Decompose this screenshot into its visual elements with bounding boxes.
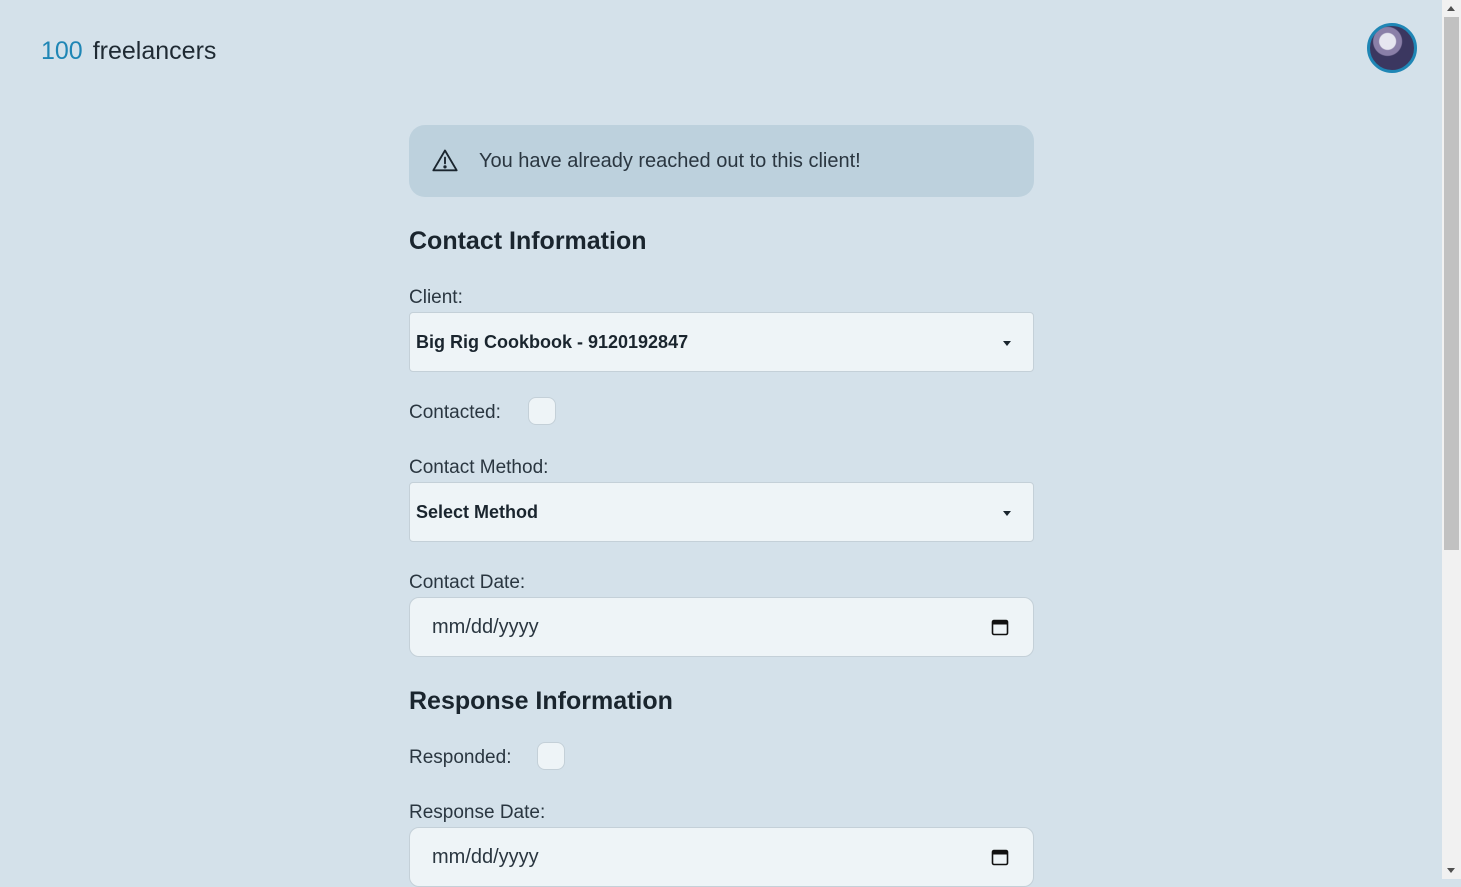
contact-date-placeholder: mm/dd/yyyy — [432, 615, 539, 638]
scrollbar-thumb[interactable] — [1444, 17, 1459, 550]
client-select-value: Big Rig Cookbook - 9120192847 — [416, 331, 689, 352]
logo-number: 100 — [41, 37, 83, 65]
contact-method-select[interactable]: Select Method — [409, 482, 1034, 542]
contacted-checkbox[interactable] — [528, 397, 556, 425]
chevron-down-icon — [1003, 511, 1011, 516]
already-contacted-alert: You have already reached out to this cli… — [409, 125, 1034, 197]
contact-date-input[interactable]: mm/dd/yyyy — [409, 597, 1034, 657]
response-date-label: Response Date: — [409, 802, 546, 823]
logo-text: freelancers — [92, 37, 217, 65]
alert-message: You have already reached out to this cli… — [479, 149, 861, 172]
response-date-placeholder: mm/dd/yyyy — [432, 845, 539, 868]
scroll-up-arrow-icon[interactable] — [1447, 6, 1455, 11]
calendar-icon[interactable] — [991, 848, 1009, 866]
response-date-input[interactable]: mm/dd/yyyy — [409, 827, 1034, 887]
user-avatar[interactable] — [1367, 23, 1417, 73]
calendar-icon[interactable] — [991, 618, 1009, 636]
warning-icon — [432, 149, 458, 172]
responded-label: Responded: — [409, 747, 512, 768]
contacted-label: Contacted: — [409, 402, 501, 423]
contact-method-value: Select Method — [416, 501, 539, 522]
contact-date-label: Contact Date: — [409, 572, 526, 593]
app-logo[interactable]: 100 freelancers — [41, 36, 216, 66]
scroll-down-arrow-icon[interactable] — [1447, 868, 1455, 873]
client-label: Client: — [409, 287, 463, 308]
vertical-scrollbar[interactable] — [1442, 0, 1461, 879]
contact-info-heading: Contact Information — [409, 227, 647, 255]
responded-checkbox[interactable] — [537, 742, 565, 770]
chevron-down-icon — [1003, 341, 1011, 346]
response-info-heading: Response Information — [409, 687, 673, 715]
client-select[interactable]: Big Rig Cookbook - 9120192847 — [409, 312, 1034, 372]
contact-method-label: Contact Method: — [409, 457, 549, 478]
